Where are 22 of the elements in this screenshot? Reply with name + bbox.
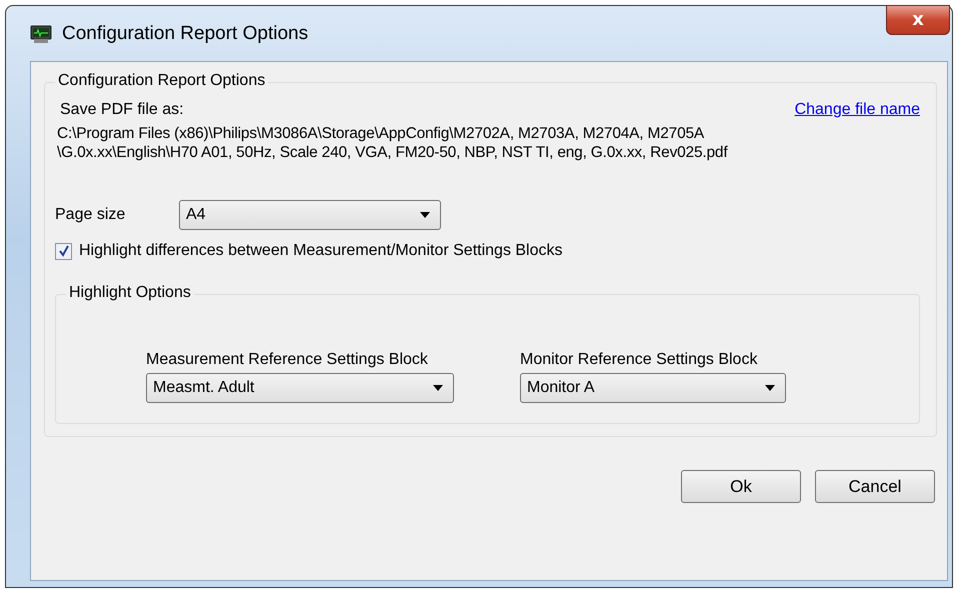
caret-icon bbox=[433, 385, 443, 391]
ok-button[interactable]: Ok bbox=[681, 470, 801, 503]
change-file-name-link[interactable]: Change file name bbox=[794, 101, 920, 119]
group-title: Highlight Options bbox=[66, 284, 194, 302]
group-title: Configuration Report Options bbox=[55, 72, 268, 90]
settings-block-dropdown[interactable]: Monitor A bbox=[520, 373, 786, 403]
monitor-icon bbox=[30, 24, 52, 44]
file-path-text: C:\Program Files (x86)\Philips\M3086A\Storage\AppConfig\M2702A, M2703A, M2704A, M2705A bbox=[57, 124, 706, 143]
save-label: Save PDF file as: bbox=[60, 101, 184, 119]
page-size-label: Page size bbox=[55, 206, 126, 224]
select-label: Measurement Reference Settings Block bbox=[146, 351, 429, 369]
checkbox-label: Highlight differences between Measurement/Monitor Settings Blocks bbox=[79, 242, 563, 260]
caret-icon bbox=[765, 385, 775, 391]
checkbox[interactable] bbox=[55, 242, 72, 260]
page-size-dropdown[interactable]: A4 bbox=[179, 200, 441, 230]
close-button[interactable]: x bbox=[886, 5, 950, 35]
cancel-button[interactable]: Cancel bbox=[815, 470, 935, 503]
settings-block-dropdown[interactable]: Measmt. Adult bbox=[146, 373, 454, 403]
select-label: Monitor Reference Settings Block bbox=[520, 351, 758, 369]
file-path-text: \G.0x.xx\English\H70 A01, 50Hz, Scale 240, VGA, FM20-50, NBP, NST TI, eng, G.0x.xx, Rev025.pdf bbox=[57, 143, 729, 162]
caret-icon bbox=[420, 212, 430, 218]
window-title: Configuration Report Options bbox=[62, 22, 308, 44]
